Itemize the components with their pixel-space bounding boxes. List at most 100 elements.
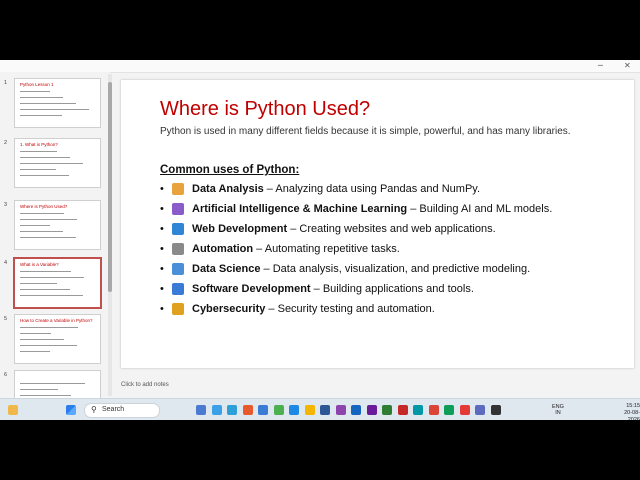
bullet-name: Artificial Intelligence & Machine Learni…	[192, 203, 408, 215]
taskbar-app-icon[interactable]	[335, 405, 346, 415]
thumbnail-text-line	[20, 91, 50, 93]
thumbnail-text-line	[20, 339, 64, 341]
taskbar-app-icon[interactable]	[490, 405, 501, 415]
taskbar-app-icon[interactable]	[273, 405, 284, 415]
taskbar-app-icon[interactable]	[196, 405, 206, 415]
taskbar-app-icon[interactable]	[444, 405, 454, 415]
taskbar-app-icon[interactable]	[242, 405, 253, 415]
thumbnail-text-line	[20, 271, 71, 273]
slide-canvas[interactable]: Where is Python Used? Python is used in …	[121, 80, 634, 368]
thumbnail-scroll-thumb[interactable]	[108, 82, 112, 292]
clock-date: 20-08-2026	[624, 410, 640, 420]
bullet-item[interactable]: • Software Development – Building applica…	[160, 282, 600, 296]
thumbnail-text-line	[20, 97, 63, 99]
close-icon[interactable]: ✕	[624, 61, 631, 70]
bullet-dot: •	[160, 183, 164, 195]
thumbnail-text-line	[20, 277, 84, 279]
thumbnail-text-line	[20, 383, 85, 385]
taskbar-app-icon[interactable]	[366, 405, 377, 415]
bullet-name: Software Development	[192, 283, 311, 295]
slide-thumbnail[interactable]: What is a Variable?	[14, 258, 101, 308]
thumbnail-text-line	[20, 333, 51, 335]
taskbar-app-icon[interactable]	[304, 405, 315, 415]
bullet-item[interactable]: • Automation – Automating repetitive task…	[160, 242, 600, 256]
globe-icon	[172, 223, 184, 235]
slide-number: 3	[4, 202, 8, 208]
lock-icon	[172, 303, 184, 315]
start-icon[interactable]	[66, 405, 76, 415]
bullet-description: – Data analysis, visualization, and pred…	[260, 263, 531, 275]
thumbnail-text-line	[20, 237, 76, 239]
thumbnail-text-line	[20, 231, 63, 233]
thumbnail-text-line	[20, 169, 56, 171]
language-indicator[interactable]: ENG IN	[552, 404, 564, 416]
taskbar-app-icon[interactable]	[475, 405, 485, 415]
taskbar-app-icon[interactable]	[258, 405, 268, 415]
taskbar-app-icon[interactable]	[289, 405, 299, 415]
taskbar-search-box[interactable]: ⚲ Search	[84, 403, 160, 418]
notes-placeholder[interactable]: Click to add notes	[121, 382, 169, 388]
thumbnail-text-line	[20, 289, 70, 291]
taskbar-app-icon[interactable]	[320, 405, 330, 415]
thumbnail-text-line	[20, 163, 83, 165]
thumbnail-text-line	[20, 151, 57, 153]
thumbnail-title: What is a Variable?	[20, 262, 59, 267]
thumbnail-text-line	[20, 109, 89, 111]
taskbar-app-icon[interactable]	[459, 405, 470, 415]
thumbnail-text-line	[20, 351, 50, 353]
thumbnail-text-line	[20, 345, 77, 347]
minimize-icon[interactable]: ─	[598, 61, 603, 70]
bullet-description: – Building AI and ML models.	[407, 203, 553, 215]
slide-thumbnail[interactable]: Python Lesson 1	[14, 78, 101, 128]
gear-icon	[172, 243, 184, 255]
thumbnail-text-line	[20, 115, 62, 117]
bullet-dot: •	[160, 243, 164, 255]
computer-icon	[172, 283, 184, 295]
thumbnail-text-line	[20, 103, 76, 105]
robot-icon	[172, 203, 184, 215]
thumbnail-text-line	[20, 213, 64, 215]
bullet-description: – Building applications and tools.	[310, 283, 474, 295]
thumbnail-text-line	[20, 395, 71, 397]
bullet-description: – Automating repetitive tasks.	[253, 243, 400, 255]
bullet-item[interactable]: • Data Analysis – Analyzing data using Pa…	[160, 182, 600, 196]
bullet-name: Data Analysis	[192, 183, 264, 195]
taskbar-app-icon[interactable]	[211, 405, 222, 415]
taskbar-app-icon[interactable]	[382, 405, 392, 415]
bullet-item[interactable]: • Artificial Intelligence & Machine Learn…	[160, 202, 600, 216]
taskbar-app-icon[interactable]	[227, 405, 237, 415]
slide-intro-text[interactable]: Python is used in many different fields …	[160, 125, 580, 138]
thumbnail-title: Where is Python Used?	[20, 204, 68, 209]
slide-subheading[interactable]: Common uses of Python:	[160, 164, 299, 176]
slide-thumbnail[interactable]: How to Create a Variable in Python?	[14, 314, 101, 364]
slide-thumbnail[interactable]: 1. What is Python?	[14, 138, 101, 188]
bullet-name: Cybersecurity	[192, 303, 266, 315]
slide-thumbnail[interactable]	[14, 370, 101, 398]
bullet-item[interactable]: • Data Science – Data analysis, visualiza…	[160, 262, 600, 276]
slide-title[interactable]: Where is Python Used?	[160, 98, 370, 121]
thumbnail-text-line	[20, 175, 69, 177]
bullet-dot: •	[160, 203, 164, 215]
taskbar-app-icon[interactable]	[413, 405, 423, 415]
bullet-dot: •	[160, 303, 164, 315]
slide-thumbnail[interactable]: Where is Python Used?	[14, 200, 101, 250]
desktop-screen: ─ ✕ 1 Python Lesson 1 2 1. What is Python? 3…	[0, 60, 640, 420]
bullet-description: – Security testing and automation.	[265, 303, 435, 315]
thumbnail-text-line	[20, 327, 78, 329]
taskbar-clock[interactable]: 15:15 20-08-2026	[614, 403, 640, 420]
thumbnail-title: 1. What is Python?	[20, 142, 58, 147]
bullet-dot: •	[160, 263, 164, 275]
weather-widget-icon[interactable]	[8, 405, 18, 415]
taskbar-app-icon[interactable]	[351, 405, 361, 415]
bullet-dot: •	[160, 283, 164, 295]
bullet-item[interactable]: • Web Development – Creating websites and…	[160, 222, 600, 236]
bullet-item[interactable]: • Cybersecurity – Security testing and au…	[160, 302, 600, 316]
thumbnail-title: How to Create a Variable in Python?	[20, 318, 93, 323]
thumbnail-text-line	[20, 219, 77, 221]
slide-number: 4	[4, 260, 8, 266]
bullet-description: – Creating websites and web applications…	[287, 223, 496, 235]
slide-number: 5	[4, 316, 8, 322]
taskbar-app-icon[interactable]	[428, 405, 439, 415]
bullet-description: – Analyzing data using Pandas and NumPy.	[263, 183, 481, 195]
taskbar-app-icon[interactable]	[397, 405, 408, 415]
